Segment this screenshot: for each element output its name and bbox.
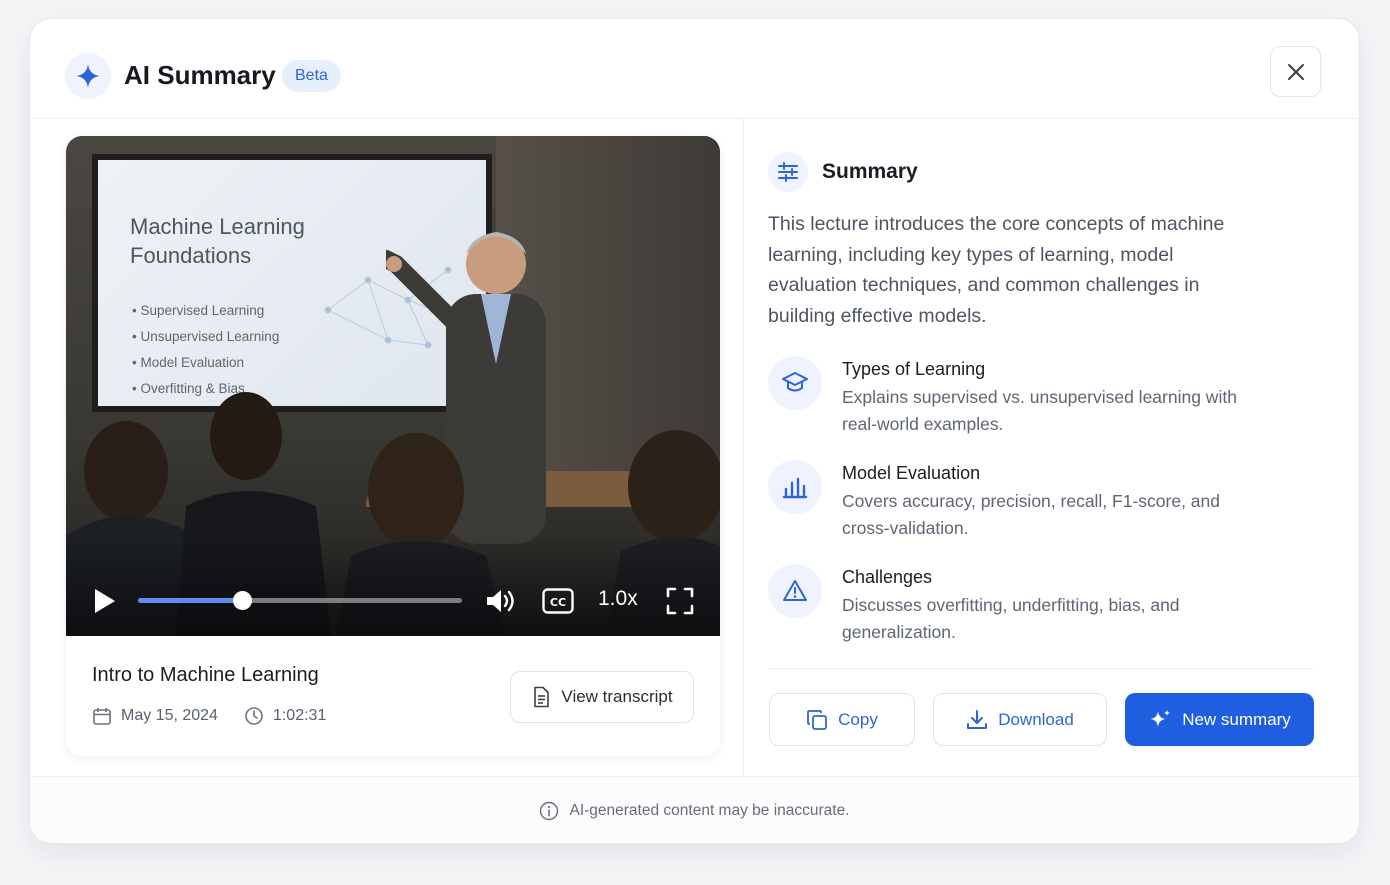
key-point-title: Types of Learning — [842, 359, 986, 379]
actions-divider — [768, 668, 1314, 669]
sliders-icon — [778, 162, 798, 182]
sparkle-icon — [76, 64, 100, 88]
copy-icon — [807, 709, 828, 730]
progress-fill — [138, 598, 242, 603]
svg-text:CC: CC — [550, 596, 566, 609]
captions-icon[interactable]: CC — [542, 588, 574, 614]
view-transcript-button[interactable]: View transcript — [510, 671, 694, 723]
sparkle-logo — [65, 53, 111, 99]
video-player[interactable]: Machine Learning Foundations Supervised … — [66, 136, 720, 636]
key-point-icon-wrap — [768, 356, 822, 410]
view-transcript-label: View transcript — [561, 687, 673, 706]
playback-speed[interactable]: 1.0x — [598, 587, 638, 611]
progress-thumb[interactable] — [232, 591, 252, 610]
ai-summary-modal: AI Summary Beta Machine Learning Foundat… — [29, 18, 1360, 844]
key-point-types-of-learning: Types of Learning Explains supervised vs… — [768, 356, 1242, 438]
video-title: Intro to Machine Learning — [92, 664, 319, 686]
play-icon[interactable] — [92, 587, 118, 615]
summary-header: Summary — [768, 152, 918, 192]
summary-heading: Summary — [822, 160, 918, 183]
slide-bullet: Supervised Learning — [132, 298, 279, 324]
close-icon — [1287, 63, 1304, 80]
key-point-icon-wrap — [768, 460, 822, 514]
column-divider — [743, 119, 744, 777]
video-meta: May 15, 2024 1:02:31 — [92, 706, 352, 726]
key-point-description: Explains supervised vs. unsupervised lea… — [842, 387, 1237, 434]
graduation-cap-icon — [782, 372, 808, 392]
video-info: Intro to Machine Learning — [92, 664, 319, 687]
controls-overlay — [66, 536, 720, 636]
video-card: Machine Learning Foundations Supervised … — [66, 136, 720, 756]
copy-label: Copy — [838, 709, 878, 729]
key-point-icon-wrap — [768, 564, 822, 618]
warning-icon — [783, 580, 807, 601]
sparkles-icon — [1150, 709, 1171, 727]
key-point-title: Model Evaluation — [842, 463, 981, 483]
download-icon — [967, 709, 988, 729]
disclaimer-text: AI-generated content may be inaccurate. — [569, 802, 850, 819]
key-point-model-evaluation: Model Evaluation Covers accuracy, precis… — [768, 460, 1242, 542]
video-date: May 15, 2024 — [92, 706, 218, 726]
beta-badge: Beta — [282, 60, 341, 92]
close-button[interactable] — [1270, 46, 1321, 97]
download-button[interactable]: Download — [933, 693, 1107, 746]
info-icon — [540, 801, 559, 821]
key-point-description: Discusses overfitting, underfitting, bia… — [842, 595, 1180, 642]
fullscreen-icon[interactable] — [666, 587, 694, 615]
key-point-challenges: Challenges Discusses overfitting, underf… — [768, 564, 1242, 646]
video-duration: 1:02:31 — [244, 706, 326, 726]
slide-bullet: Model Evaluation — [132, 350, 279, 376]
progress-bar[interactable] — [138, 591, 462, 610]
key-point-description: Covers accuracy, precision, recall, F1-s… — [842, 491, 1221, 538]
copy-button[interactable]: Copy — [769, 693, 915, 746]
calendar-icon — [93, 708, 111, 725]
summary-icon-wrap — [768, 152, 808, 192]
new-summary-label: New summary — [1182, 709, 1291, 729]
new-summary-button[interactable]: New summary — [1125, 693, 1314, 746]
date-text: May 15, 2024 — [121, 707, 218, 724]
modal-header: AI Summary Beta — [30, 19, 1359, 119]
document-icon — [534, 686, 550, 708]
bar-chart-icon — [782, 477, 808, 499]
page-title: AI Summary — [124, 60, 276, 90]
summary-text: This lecture introduces the core concept… — [768, 213, 1225, 327]
duration-text: 1:02:31 — [272, 707, 327, 724]
slide-bullet: Unsupervised Learning — [132, 324, 279, 350]
key-point-title: Challenges — [842, 567, 933, 587]
clock-icon — [245, 707, 263, 725]
volume-icon[interactable] — [485, 587, 517, 615]
modal-footer: AI-generated content may be inaccurate. — [30, 776, 1359, 843]
download-label: Download — [998, 709, 1074, 729]
